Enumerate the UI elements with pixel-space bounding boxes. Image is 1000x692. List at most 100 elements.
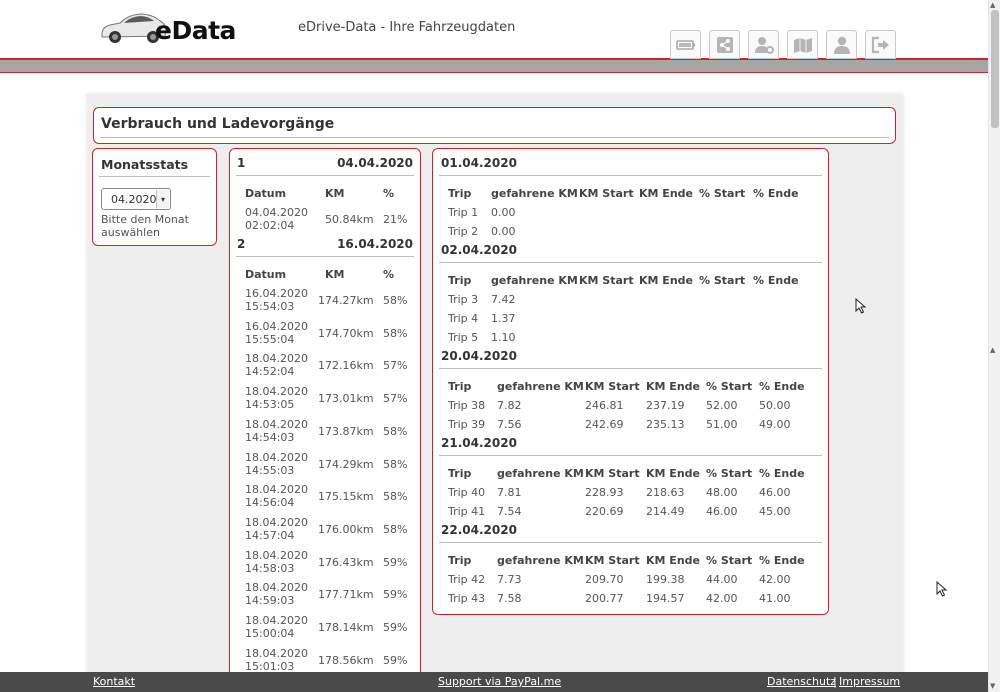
trip-day-date: 20.04.2020 <box>441 349 517 363</box>
column-header: KM Ende <box>646 380 700 393</box>
table-row: 18.04.2020 14:54:03 173.87km 58% <box>230 418 420 444</box>
column-header: KM Start <box>585 380 640 393</box>
charge-percent: 59% <box>383 555 408 569</box>
map-nav-button[interactable] <box>787 30 818 59</box>
impressum-link[interactable]: Impressum <box>839 675 900 688</box>
charging-sessions-box: 1 04.04.2020 Datum KM% 04.04.2020 02:02:04 50.… <box>229 148 421 688</box>
charge-km: 173.01km <box>318 392 374 406</box>
trip-pct-start: 48.00 <box>706 486 738 499</box>
map-icon <box>793 37 812 53</box>
trip-name: Trip 2 <box>448 225 479 238</box>
trip-km-end: 237.19 <box>646 399 685 412</box>
table-row: Trip 40 7.81 228.93 218.63 48.00 46.00 <box>433 486 828 505</box>
app-title: eDrive-Data - Ihre Fahrzeugdaten <box>298 20 516 35</box>
table-row: Trip 4 1.37 <box>433 312 828 331</box>
footer-separator: | <box>833 675 837 688</box>
column-header: % Start <box>706 380 753 393</box>
charge-km: 176.00km <box>318 522 374 536</box>
column-header: Trip <box>448 554 472 567</box>
trip-name: Trip 3 <box>448 293 479 306</box>
column-header: % <box>383 187 395 200</box>
charge-km: 176.43km <box>318 555 374 569</box>
kontakt-link[interactable]: Kontakt <box>93 675 135 688</box>
page: eData eDrive-Data - Ihre Fahrzeugdaten V… <box>0 0 988 692</box>
table-row: 18.04.2020 15:01:03 178.56km 59% <box>230 647 420 673</box>
charge-date: 18.04.2020 <box>245 483 308 497</box>
chevron-down-icon[interactable]: ▾ <box>156 190 169 208</box>
charge-time: 14:55:03 <box>245 463 295 477</box>
logo-text: eData <box>155 16 236 45</box>
trip-pct-end: 49.00 <box>759 418 791 431</box>
charge-datetime: 18.04.2020 14:59:03 <box>245 581 308 607</box>
charge-time: 14:54:03 <box>245 430 295 444</box>
month-hint: Bitte den Monat auswählen <box>101 213 189 239</box>
charge-date: 16.04.2020 <box>245 319 308 333</box>
mouse-cursor-icon <box>936 581 948 597</box>
trip-pct-end: 50.00 <box>759 399 791 412</box>
column-header: % Ende <box>759 554 805 567</box>
divider <box>439 175 822 176</box>
table-row: 18.04.2020 14:57:04 176.00km 58% <box>230 516 420 542</box>
scroll-up-icon[interactable]: ▲ <box>990 1 995 9</box>
scrollbar-thumb[interactable] <box>991 10 999 128</box>
trip-name: Trip 4 <box>448 312 479 325</box>
datenschutz-link[interactable]: Datenschutz <box>767 675 836 688</box>
user-settings-nav-button[interactable] <box>748 30 779 59</box>
trip-name: Trip 39 <box>448 418 486 431</box>
divider <box>439 368 822 369</box>
table-row: 18.04.2020 14:59:03 177.71km 59% <box>230 581 420 607</box>
trip-pct-start: 44.00 <box>706 573 738 586</box>
table-row: 18.04.2020 14:52:04 172.16km 57% <box>230 352 420 378</box>
scroll-up-icon[interactable]: ▲ <box>990 346 995 354</box>
logout-icon <box>871 36 889 53</box>
charge-km: 178.56km <box>318 653 374 667</box>
battery-icon <box>675 39 695 50</box>
divider <box>439 262 822 263</box>
charge-session-header: 2 16.04.2020 <box>237 237 413 251</box>
share-nav-button[interactable] <box>709 30 740 59</box>
share-icon <box>716 36 733 53</box>
trip-km-start: 242.69 <box>585 418 624 431</box>
charge-percent: 58% <box>383 424 408 438</box>
month-select[interactable]: 04.2020 ▾ <box>101 188 171 210</box>
column-header: % Start <box>706 467 753 480</box>
column-header: Datum <box>245 268 287 281</box>
paypal-support-link[interactable]: Support via PayPal.me <box>438 675 561 688</box>
column-header: KM Start <box>585 554 640 567</box>
trip-km: 1.37 <box>491 312 516 325</box>
logout-nav-button[interactable] <box>865 30 896 59</box>
battery-nav-button[interactable] <box>670 30 701 59</box>
divider <box>100 137 889 138</box>
trip-name: Trip 1 <box>448 206 479 219</box>
page-title: Verbrauch und Ladevorgänge <box>101 116 335 132</box>
trip-km: 7.82 <box>497 399 522 412</box>
table-row: 16.04.2020 15:55:04 174.70km 58% <box>230 320 420 346</box>
charge-time: 15:01:03 <box>245 659 295 673</box>
table-row: Trip 3 7.42 <box>433 293 828 312</box>
mouse-cursor-icon <box>855 298 867 314</box>
charge-datetime: 18.04.2020 14:58:03 <box>245 549 308 575</box>
scrollbar[interactable]: ▲ ▲ ▼ <box>988 0 1000 692</box>
table-row: Trip 42 7.73 209.70 199.38 44.00 42.00 <box>433 573 828 592</box>
divider <box>99 176 210 177</box>
table-row: Trip 38 7.82 246.81 237.19 52.00 50.00 <box>433 399 828 418</box>
table-row: Trip 41 7.54 220.69 214.49 46.00 45.00 <box>433 505 828 524</box>
charge-time: 15:54:03 <box>245 300 295 313</box>
trip-pct-end: 45.00 <box>759 505 791 518</box>
charge-datetime: 18.04.2020 14:57:04 <box>245 516 308 542</box>
charge-km: 174.29km <box>318 457 374 471</box>
trip-km-start: 209.70 <box>585 573 624 586</box>
column-header: KM Ende <box>639 274 693 287</box>
logo[interactable]: eData <box>98 6 236 48</box>
column-header: % Start <box>706 554 753 567</box>
charge-date: 18.04.2020 <box>245 548 308 562</box>
column-header: gefahrene KM <box>497 380 584 393</box>
charge-km: 174.27km <box>318 294 374 307</box>
month-stats-title: Monatsstats <box>101 157 189 172</box>
trip-km-start: 220.69 <box>585 505 624 518</box>
column-header: % Start <box>699 274 746 287</box>
scroll-down-icon[interactable]: ▼ <box>990 682 995 690</box>
user-nav-button[interactable] <box>826 30 857 59</box>
charge-session-header: 1 04.04.2020 <box>237 156 413 170</box>
charge-time: 14:52:04 <box>245 365 295 379</box>
